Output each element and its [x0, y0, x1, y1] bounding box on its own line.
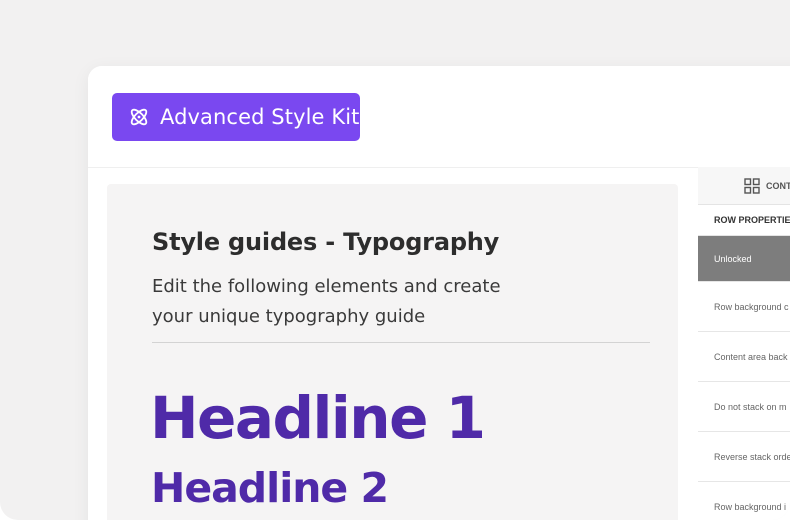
background-panel: Advanced Style Kit Style guides - Typogr… — [0, 0, 790, 520]
badge-label: Advanced Style Kit — [160, 105, 360, 129]
section-title: ROW PROPERTIES — [698, 205, 790, 236]
grid-icon — [744, 177, 760, 194]
typography-document: Style guides - Typography Edit the follo… — [107, 184, 678, 520]
divider — [152, 342, 650, 343]
tab-content[interactable]: CONT — [698, 167, 790, 205]
headline-1[interactable]: Headline 1 — [150, 384, 486, 452]
advanced-style-kit-button[interactable]: Advanced Style Kit — [112, 93, 360, 141]
row-do-not-stack[interactable]: Do not stack on m — [698, 382, 790, 432]
row-unlocked[interactable]: Unlocked — [698, 236, 790, 282]
editor-window: Advanced Style Kit Style guides - Typogr… — [88, 66, 790, 520]
subtitle-line-2: your unique typography guide — [152, 306, 426, 327]
headline-2[interactable]: Headline 2 — [151, 464, 389, 512]
row-background-color[interactable]: Row background c — [698, 282, 790, 332]
subtitle-line-1: Edit the following elements and create — [152, 276, 501, 297]
atom-icon — [128, 106, 150, 128]
row-background-image[interactable]: Row background i — [698, 482, 790, 520]
top-bar: Advanced Style Kit — [88, 66, 790, 168]
tab-label: CONT — [766, 180, 790, 191]
properties-sidebar: CONT ROW PROPERTIES Unlocked Row backgro… — [698, 167, 790, 520]
row-reverse-stack-order[interactable]: Reverse stack orde — [698, 432, 790, 482]
row-content-area-background[interactable]: Content area back — [698, 332, 790, 382]
page-subtitle[interactable]: Edit the following elements and create y… — [152, 272, 552, 332]
page-title[interactable]: Style guides - Typography — [152, 228, 499, 256]
